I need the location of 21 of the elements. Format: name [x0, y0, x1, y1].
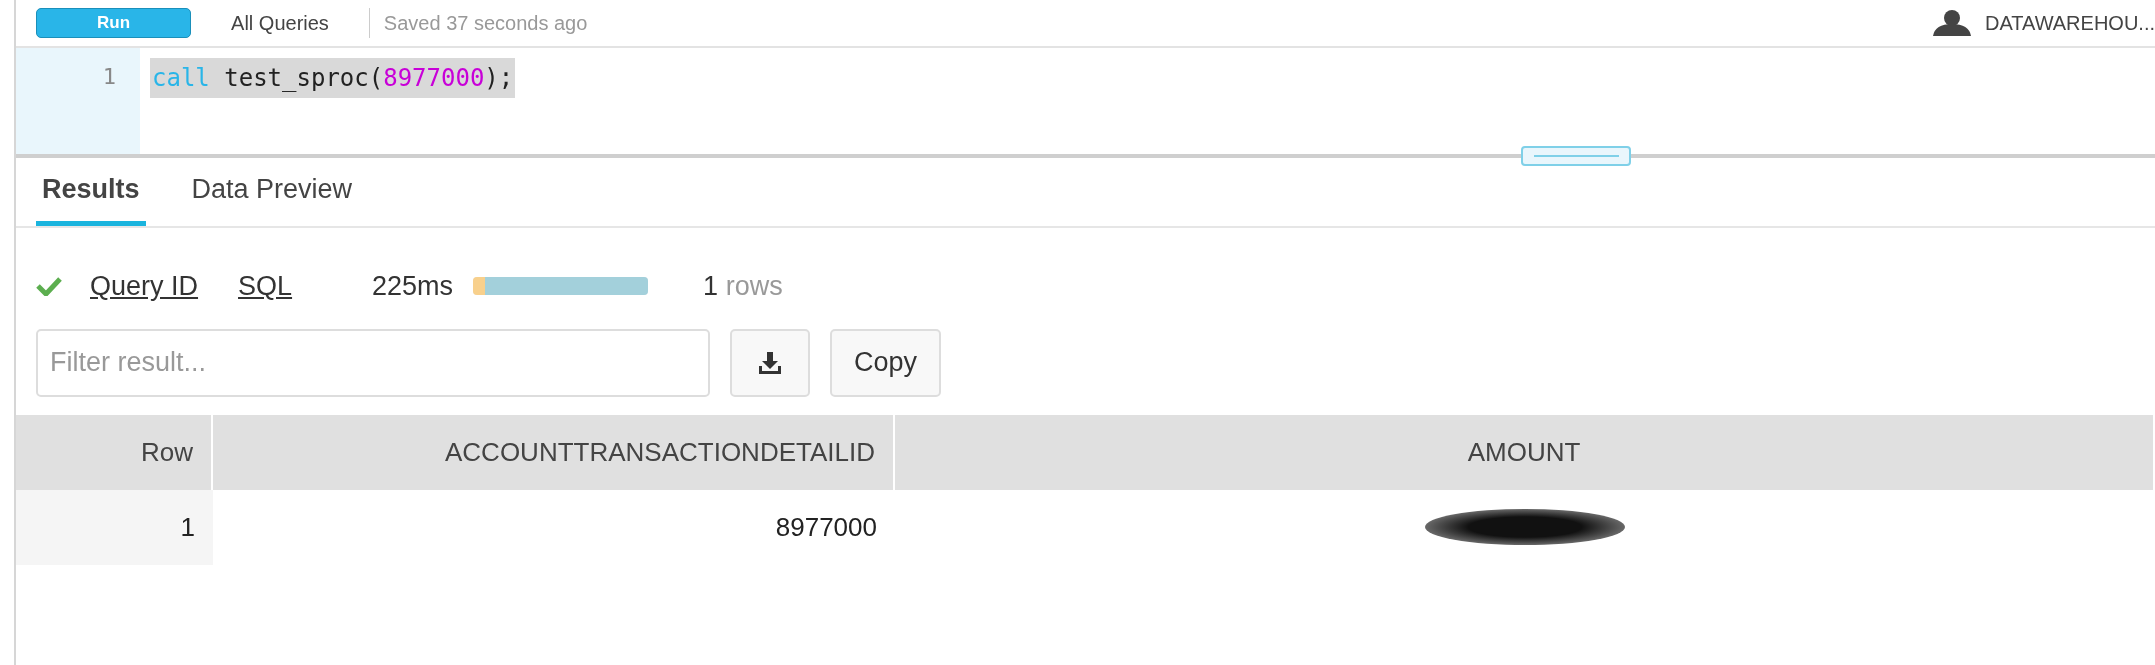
user-name[interactable]: DATAWAREHOU...	[1985, 8, 2155, 38]
user-icon	[1931, 10, 1973, 36]
row-count: 1 rows	[703, 270, 783, 303]
column-header[interactable]: AMOUNT	[895, 414, 2155, 490]
copy-button[interactable]: Copy	[830, 328, 942, 397]
download-icon	[757, 349, 783, 376]
line-number: 1	[101, 63, 116, 91]
table-cell-text: 8977000	[774, 510, 878, 544]
saved-status: Saved 37 seconds ago	[368, 8, 588, 38]
tab[interactable]: Results	[36, 167, 146, 226]
column-header[interactable]: ACCOUNTTRANSACTIONDETAILID	[213, 414, 895, 490]
download-button[interactable]	[730, 328, 810, 397]
worksheet-name[interactable]: All Queries	[231, 8, 329, 38]
table-cell: 1	[16, 489, 213, 565]
tab[interactable]: Data Preview	[185, 167, 359, 226]
duration-text: 225ms	[372, 270, 454, 303]
filter-field[interactable]: Filter result...	[36, 328, 710, 397]
resize-handle[interactable]	[1521, 146, 1631, 166]
sql-link[interactable]: SQL	[238, 266, 293, 307]
query-id-link[interactable]: Query ID	[90, 266, 199, 307]
column-header[interactable]: Row	[16, 414, 213, 490]
